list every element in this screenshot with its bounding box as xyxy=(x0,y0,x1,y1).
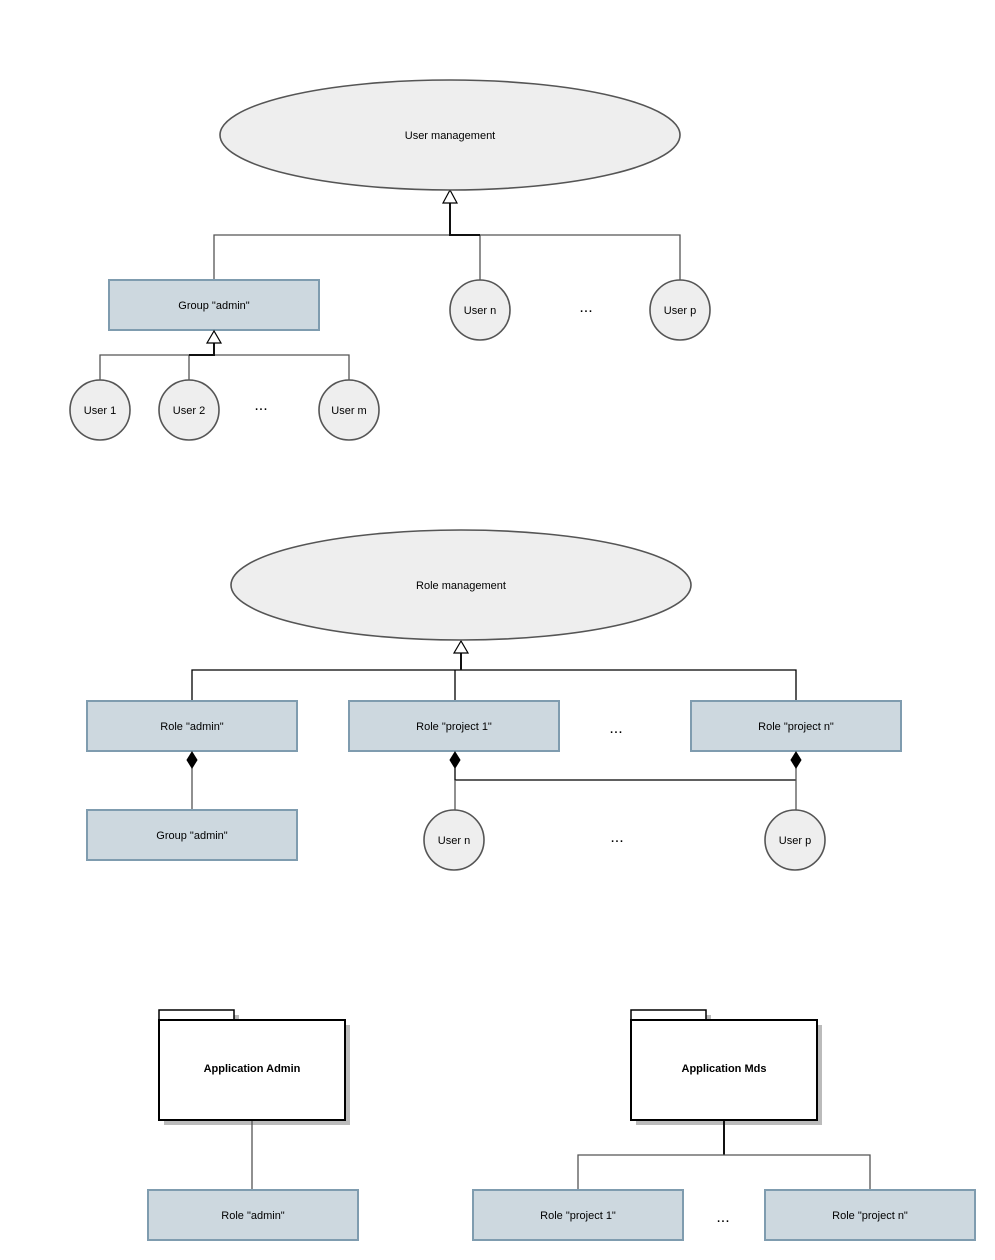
composition-diamond-icon xyxy=(186,751,198,769)
composition-diamond-icon xyxy=(790,751,802,769)
user-p-label: User p xyxy=(664,305,696,317)
ellipsis-app-roles: ... xyxy=(716,1209,729,1226)
user-management-label: User management xyxy=(405,130,496,142)
role-admin-label: Role "admin" xyxy=(160,721,224,733)
ellipsis-roles: ... xyxy=(609,720,622,737)
app-role-project-1-label: Role "project 1" xyxy=(540,1210,616,1222)
user-m-label: User m xyxy=(331,405,366,417)
user-2-label: User 2 xyxy=(173,405,205,417)
app-role-project-n-label: Role "project n" xyxy=(832,1210,908,1222)
package-tab xyxy=(158,1009,235,1021)
ellipsis-direct-users: ... xyxy=(579,299,592,316)
package-tab xyxy=(630,1009,707,1021)
group-admin-label: Group "admin" xyxy=(178,300,249,312)
edge-user-mgmt-bus xyxy=(213,234,681,280)
edge-user-mgmt-stem xyxy=(449,203,480,236)
app-role-admin-label: Role "admin" xyxy=(221,1210,285,1222)
ellipsis-group-users: ... xyxy=(254,397,267,414)
diagram-canvas: User management Group "admin" User 1 Use… xyxy=(69,79,976,1241)
role-user-n-label: User n xyxy=(438,835,470,847)
edge-app-mds-bus xyxy=(577,1154,871,1190)
application-admin-package: Application Admin Role "admin" xyxy=(147,1009,359,1241)
generalization-arrow-icon xyxy=(441,188,459,204)
application-admin-label: Application Admin xyxy=(204,1063,301,1075)
edge-project-users-bus xyxy=(454,768,796,781)
role-project-n-label: Role "project n" xyxy=(758,721,834,733)
edge-role-bus xyxy=(191,669,797,701)
application-mds-package: Application Mds Role "project 1" ... Rol… xyxy=(472,1009,976,1241)
user-management-section: User management Group "admin" User 1 Use… xyxy=(69,79,711,441)
role-group-admin-label: Group "admin" xyxy=(156,830,227,842)
generalization-arrow-icon xyxy=(452,639,470,654)
composition-diamond-icon xyxy=(449,751,461,769)
user-n-label: User n xyxy=(464,305,496,317)
role-user-p-label: User p xyxy=(779,835,811,847)
user-1-label: User 1 xyxy=(84,405,116,417)
ellipsis-role-users: ... xyxy=(610,829,623,846)
role-project-1-label: Role "project 1" xyxy=(416,721,492,733)
application-mds-label: Application Mds xyxy=(682,1063,767,1075)
edge-group-stem xyxy=(189,343,215,356)
generalization-arrow-icon xyxy=(205,329,223,344)
edge-group-bus xyxy=(99,354,350,380)
role-management-label: Role management xyxy=(416,580,506,592)
role-management-section: Role management Role "admin" Role "proje… xyxy=(86,529,902,871)
